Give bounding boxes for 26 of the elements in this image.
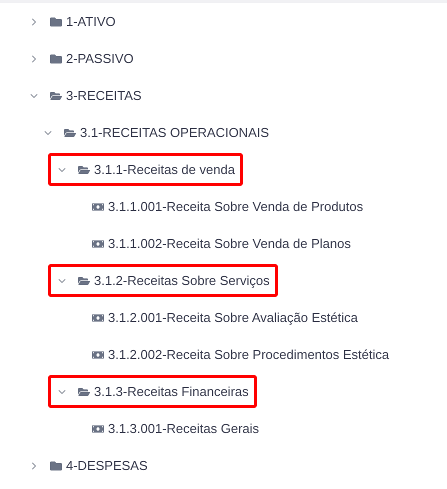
folder-icon [50, 52, 62, 64]
tree-item[interactable]: 3.1.2.001-Receita Sobre Avaliação Estética [62, 301, 366, 334]
open-folder-icon [78, 164, 90, 176]
folder-icon [50, 460, 62, 472]
banknote-icon [92, 200, 104, 212]
tree-item[interactable]: 3-RECEITAS [20, 79, 150, 112]
banknote-icon [92, 312, 104, 324]
tree-item[interactable]: 1-ATIVO [20, 5, 124, 38]
open-folder-icon [78, 386, 90, 398]
tree-item[interactable]: 3.1.2.002-Receita Sobre Procedimentos Estética [62, 338, 398, 371]
tree-item[interactable]: 3.1.1.002-Receita Sobre Venda de Planos [62, 227, 359, 260]
open-folder-icon [50, 90, 62, 102]
highlighted-tree-item[interactable]: 3.1.3-Receitas Financeiras [48, 375, 257, 408]
tree-item[interactable]: 2-PASSIVO [20, 42, 142, 75]
highlighted-tree-item[interactable]: 3.1.1-Receitas de venda [48, 153, 243, 186]
tree-item[interactable]: 3.1-RECEITAS OPERACIONAIS [34, 116, 278, 149]
banknote-icon [92, 422, 104, 434]
folder-icon [50, 16, 62, 28]
tree-item[interactable]: 3.1.1.001-Receita Sobre Venda de Produtos [62, 190, 372, 223]
highlighted-tree-item[interactable]: 3.1.2-Receitas Sobre Serviços [48, 264, 278, 297]
tree-item[interactable]: 4-DESPESAS [20, 449, 156, 482]
banknote-icon [92, 238, 104, 250]
open-folder-icon [78, 274, 90, 286]
banknote-icon [92, 348, 104, 360]
open-folder-icon [64, 126, 76, 138]
tree-item[interactable]: 3.1.3.001-Receitas Gerais [62, 412, 268, 445]
